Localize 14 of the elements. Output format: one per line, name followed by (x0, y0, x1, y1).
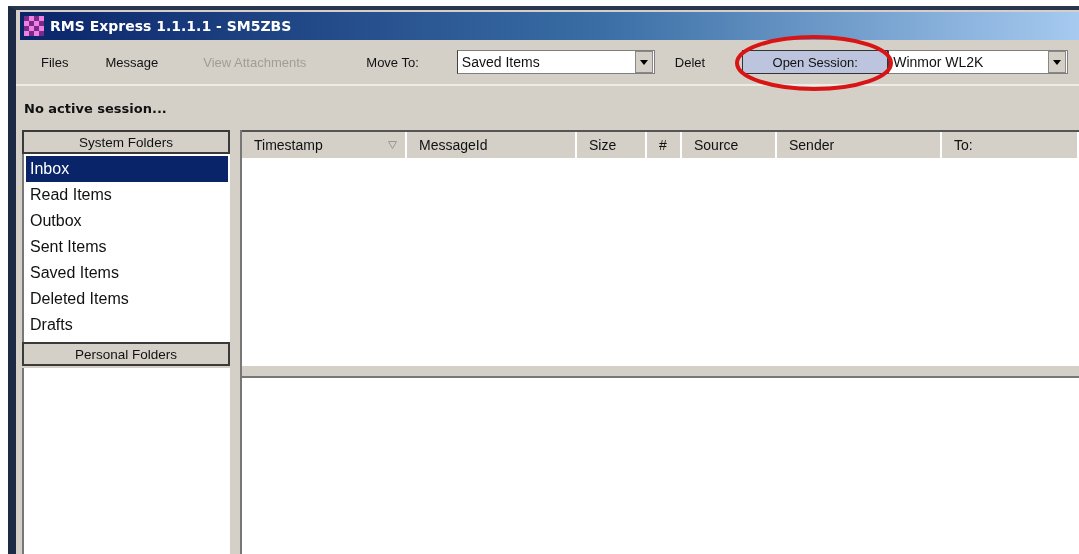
folder-item[interactable]: Inbox (26, 156, 228, 182)
system-folders-header[interactable]: System Folders (22, 130, 230, 154)
delete-label[interactable]: Delet (674, 54, 706, 70)
open-session-button[interactable]: Open Session: (742, 50, 889, 74)
menu-item[interactable]: Files (41, 54, 69, 70)
session-status: No active session... (23, 99, 168, 118)
window-title: RMS Express 1.1.1.1 - SM5ZBS (50, 18, 292, 34)
session-type-dropdown[interactable]: Winmor WL2K (888, 50, 1069, 74)
move-to-dropdown[interactable]: Saved Items (456, 50, 655, 74)
menu-item[interactable]: Message (105, 54, 159, 70)
sort-icon (388, 141, 397, 149)
app-icon (24, 16, 44, 36)
move-to-label: Move To: (366, 54, 419, 70)
personal-folders-header[interactable]: Personal Folders (22, 342, 230, 366)
